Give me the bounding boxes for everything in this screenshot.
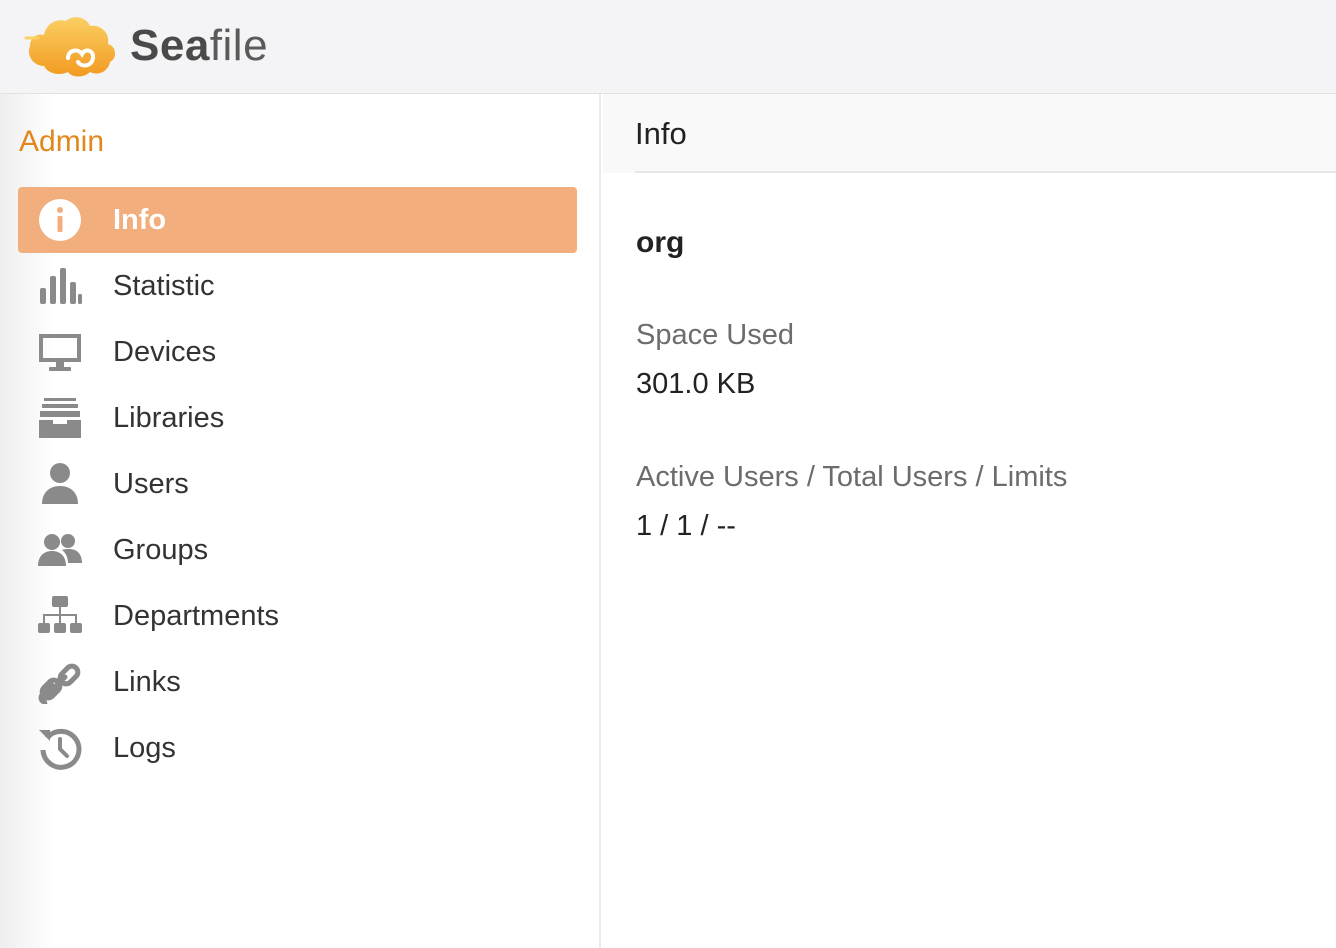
logo-wordmark-bold: Sea bbox=[130, 21, 210, 70]
logo-wordmark-rest: file bbox=[209, 21, 269, 70]
users-value: 1 / 1 / -- bbox=[636, 510, 736, 542]
history-icon bbox=[38, 726, 82, 770]
page-title: Info bbox=[635, 116, 687, 151]
sidebar-item-departments[interactable]: Departments bbox=[18, 583, 577, 649]
sidebar-item-label: Info bbox=[113, 204, 167, 236]
sidebar-heading: Admin bbox=[19, 125, 105, 158]
sidebar-item-label: Departments bbox=[113, 600, 280, 632]
sidebar-item-label: Statistic bbox=[113, 270, 215, 302]
sidebar-item-label: Links bbox=[113, 666, 181, 698]
sidebar-item-users[interactable]: Users bbox=[18, 451, 577, 517]
main-header: Info bbox=[603, 94, 1336, 173]
sidebar-item-statistic[interactable]: Statistic bbox=[18, 253, 577, 319]
header-divider bbox=[635, 171, 1336, 173]
org-chart-icon bbox=[38, 594, 82, 638]
sidebar-item-logs[interactable]: Logs bbox=[18, 715, 577, 781]
sidebar-item-label: Devices bbox=[113, 336, 217, 368]
monitor-icon bbox=[38, 330, 82, 374]
sidebar-item-links[interactable]: Links bbox=[18, 649, 577, 715]
group-icon bbox=[38, 528, 82, 572]
org-name: org bbox=[636, 226, 685, 259]
link-icon bbox=[38, 660, 82, 704]
sidebar-nav: Info Statistic Devices Libraries Users G… bbox=[18, 187, 577, 781]
seafile-logo[interactable]: Seafile bbox=[24, 10, 284, 82]
archive-icon bbox=[38, 396, 82, 440]
sidebar-item-groups[interactable]: Groups bbox=[18, 517, 577, 583]
top-header: Seafile bbox=[0, 0, 1336, 94]
sidebar-item-info[interactable]: Info bbox=[18, 187, 577, 253]
sidebar-item-label: Groups bbox=[113, 534, 209, 566]
sidebar-item-devices[interactable]: Devices bbox=[18, 319, 577, 385]
space-used-value: 301.0 KB bbox=[636, 368, 756, 400]
sidebar-item-label: Libraries bbox=[113, 402, 225, 434]
seafile-cloud-logo-icon bbox=[24, 17, 116, 77]
logo-wordmark: Seafile bbox=[130, 24, 268, 68]
sidebar-item-libraries[interactable]: Libraries bbox=[18, 385, 577, 451]
sidebar-item-label: Logs bbox=[113, 732, 176, 764]
admin-sidebar: Admin Info Statistic Devices Libraries U… bbox=[0, 94, 601, 948]
info-icon bbox=[38, 198, 82, 242]
user-icon bbox=[38, 462, 82, 506]
space-used-label: Space Used bbox=[636, 319, 794, 351]
users-label: Active Users / Total Users / Limits bbox=[636, 461, 1068, 493]
bar-chart-icon bbox=[38, 264, 82, 308]
app-window: Seafile Admin Info Statistic Devices Lib… bbox=[0, 0, 1336, 948]
sidebar-item-label: Users bbox=[113, 468, 189, 500]
main-content: Info org Space Used 301.0 KB Active User… bbox=[603, 94, 1336, 948]
